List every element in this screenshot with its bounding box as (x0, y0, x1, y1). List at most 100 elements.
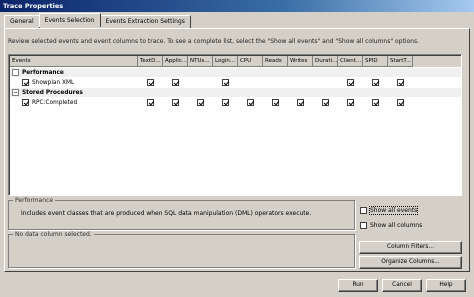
event-checkbox[interactable] (22, 99, 29, 106)
grid-cell (338, 68, 363, 77)
grid-cell (313, 98, 338, 107)
organize-columns-button[interactable]: Organize Columns... (359, 256, 462, 269)
tab-general[interactable]: General (4, 15, 40, 28)
expand-collapse-icon[interactable] (12, 69, 19, 76)
grid-cell (138, 98, 163, 107)
grid-cell (313, 68, 338, 77)
tab-events-selection[interactable]: Events Selection (38, 13, 101, 27)
show-all-columns-checkbox[interactable] (360, 222, 367, 229)
expand-collapse-icon[interactable]: − (12, 89, 19, 96)
column-header[interactable]: NTUs... (188, 56, 213, 67)
column-checkbox[interactable] (247, 99, 254, 106)
grid-cell (238, 88, 263, 97)
grid-cell (213, 68, 238, 77)
column-checkbox[interactable] (197, 99, 204, 106)
column-checkbox[interactable] (397, 79, 404, 86)
column-header[interactable]: StartT... (388, 56, 413, 67)
grid-cell (188, 68, 213, 77)
grid-cell (313, 78, 338, 87)
column-checkbox[interactable] (297, 99, 304, 106)
show-all-columns-label: Show all columns (370, 222, 423, 229)
column-checkbox[interactable] (397, 99, 404, 106)
column-checkbox[interactable] (222, 79, 229, 86)
column-header[interactable]: Durati... (313, 56, 338, 67)
grid-cell (138, 78, 163, 87)
tab-strip: General Events Selection Events Extracti… (4, 13, 191, 28)
title-bar: Trace Properties (0, 0, 474, 12)
grid-cell (263, 88, 288, 97)
column-checkbox[interactable] (222, 99, 229, 106)
category-row[interactable]: − Stored Procedures (10, 88, 461, 97)
grid-cell (363, 68, 388, 77)
column-checkbox[interactable] (272, 99, 279, 106)
grid-cell (238, 68, 263, 77)
grid-cell (163, 98, 188, 107)
grid-cell (363, 88, 388, 97)
category-row[interactable]: Performance (10, 68, 461, 77)
run-button[interactable]: Run (338, 279, 378, 292)
grid-cell (213, 98, 238, 107)
grid-cell (213, 88, 238, 97)
column-checkbox[interactable] (147, 99, 154, 106)
grid-cell (163, 88, 188, 97)
column-checkbox[interactable] (172, 99, 179, 106)
grid-cell (338, 98, 363, 107)
grid-cell (288, 98, 313, 107)
grid-cell (338, 78, 363, 87)
events-grid[interactable]: Events TextD... Applic... NTUs... Login... CP… (8, 54, 462, 196)
grid-cell (388, 68, 413, 77)
column-checkbox[interactable] (372, 79, 379, 86)
grid-cell (288, 88, 313, 97)
grid-cell (388, 98, 413, 107)
description-text: Review selected events and event columns… (8, 38, 419, 45)
grid-cell (288, 78, 313, 87)
row-label-cell: − Stored Procedures (10, 88, 138, 97)
grid-header: Events TextD... Applic... NTUs... Login... CP… (10, 56, 461, 67)
event-info-group: Performance Includes event classes that … (8, 197, 355, 230)
grid-cell (188, 78, 213, 87)
grid-cell (138, 68, 163, 77)
column-header[interactable]: Writes (288, 56, 313, 67)
category-label: Stored Procedures (22, 89, 83, 96)
column-header[interactable]: Events (10, 56, 138, 67)
column-info-group: No data column selected. (8, 231, 355, 268)
column-checkbox[interactable] (322, 99, 329, 106)
event-row[interactable]: Showplan XML (10, 78, 461, 87)
event-row[interactable]: RPC:Completed (10, 98, 461, 107)
grid-cell (363, 78, 388, 87)
event-info-legend: Performance (13, 197, 56, 204)
help-button[interactable]: Help (426, 279, 466, 292)
grid-cell (388, 78, 413, 87)
column-header[interactable]: Client... (338, 56, 363, 67)
grid-cell (363, 98, 388, 107)
grid-cell (263, 98, 288, 107)
grid-cell (188, 98, 213, 107)
column-header[interactable]: SPID (363, 56, 388, 67)
event-checkbox[interactable] (22, 79, 29, 86)
column-checkbox[interactable] (172, 79, 179, 86)
column-filters-button[interactable]: Column Filters... (359, 241, 462, 254)
show-all-events-checkbox[interactable] (360, 207, 367, 214)
event-info-text: Includes event classes that are produced… (21, 210, 312, 217)
column-header[interactable]: Login... (213, 56, 238, 67)
show-all-events-option[interactable]: Show all events (360, 206, 419, 215)
column-checkbox[interactable] (147, 79, 154, 86)
grid-cell (188, 88, 213, 97)
column-header[interactable]: Reads (263, 56, 288, 67)
column-header[interactable]: CPU (238, 56, 263, 67)
row-label-cell: RPC:Completed (10, 98, 138, 107)
column-header[interactable]: Applic... (163, 56, 188, 67)
grid-cell (213, 78, 238, 87)
column-checkbox[interactable] (347, 99, 354, 106)
event-label: RPC:Completed (32, 99, 78, 106)
grid-cell (238, 78, 263, 87)
row-label-cell: Performance (10, 68, 138, 77)
show-all-columns-option[interactable]: Show all columns (360, 222, 422, 229)
column-header[interactable]: TextD... (138, 56, 163, 67)
grid-cell (163, 78, 188, 87)
tab-events-extraction-settings[interactable]: Events Extraction Settings (99, 15, 191, 28)
row-label-cell: Showplan XML (10, 78, 138, 87)
column-checkbox[interactable] (347, 79, 354, 86)
column-checkbox[interactable] (372, 99, 379, 106)
cancel-button[interactable]: Cancel (382, 279, 422, 292)
